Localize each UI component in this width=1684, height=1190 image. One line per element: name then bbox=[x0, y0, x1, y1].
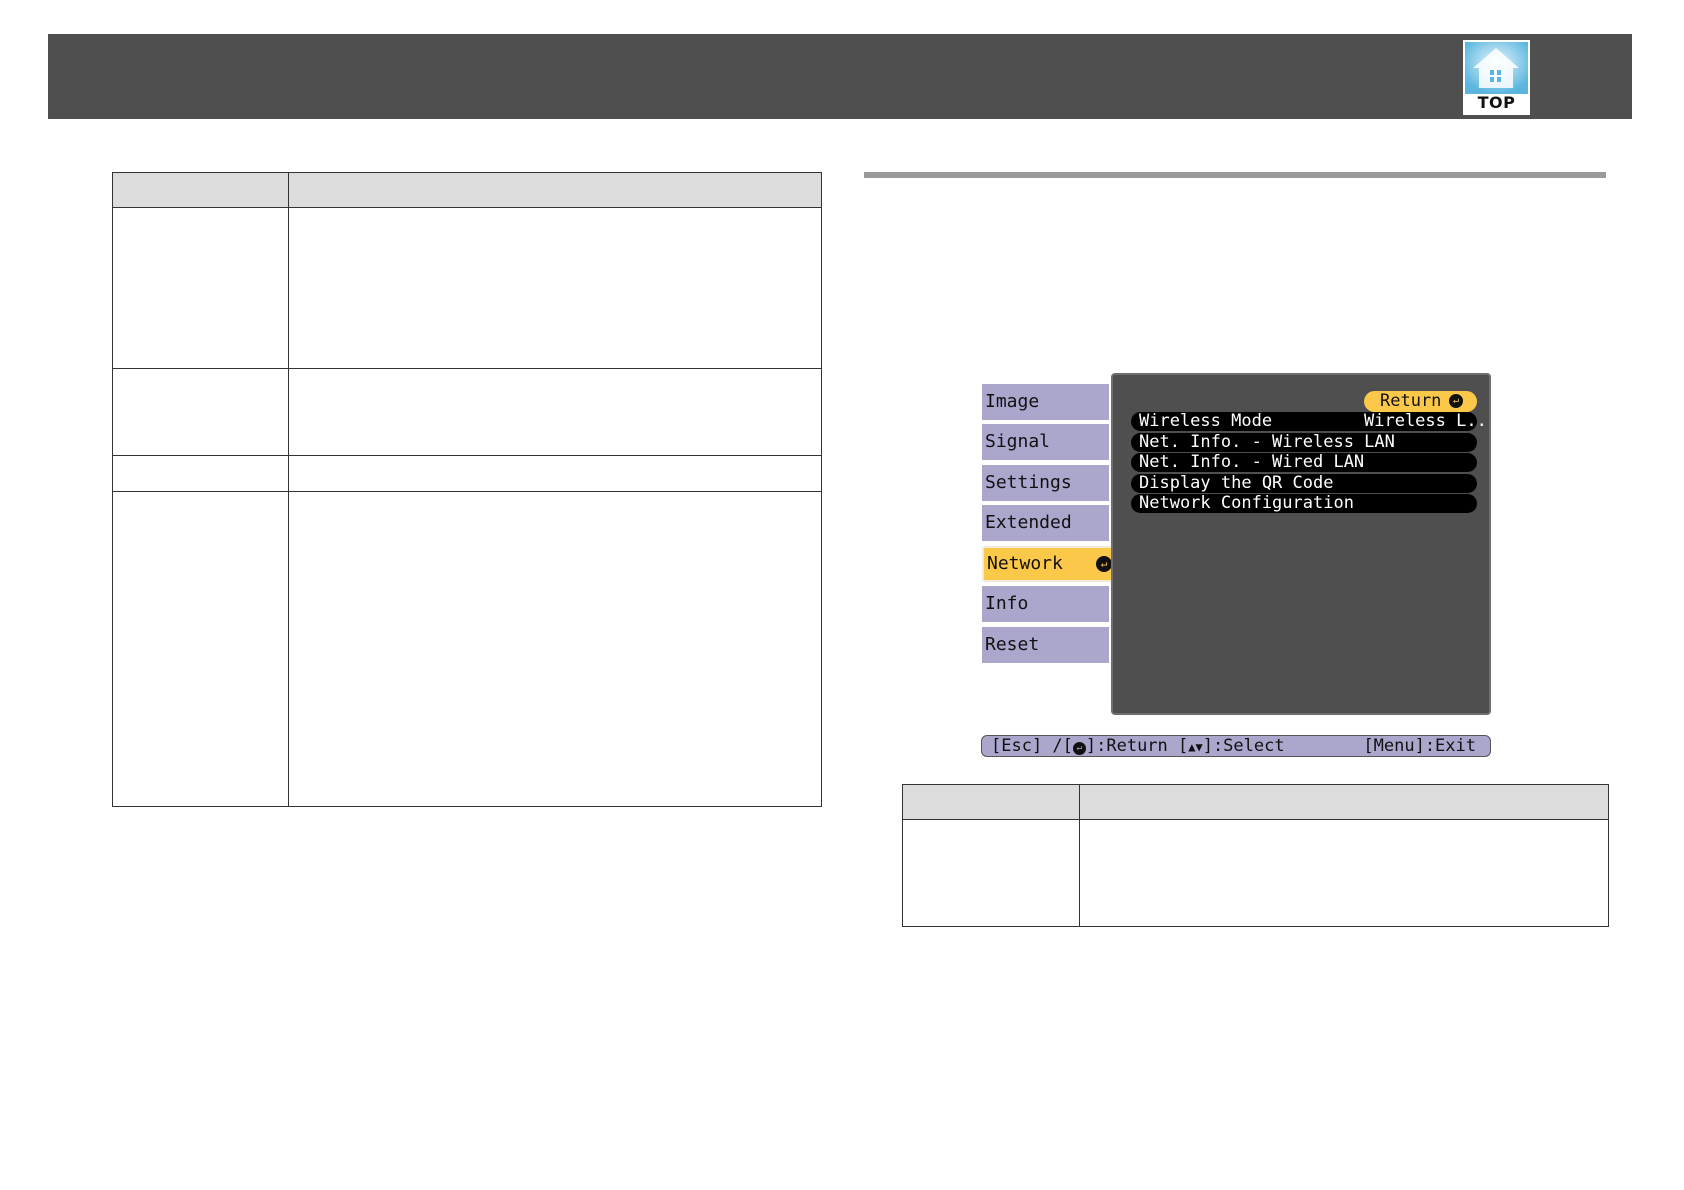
osd-tab-network[interactable]: Network ↵ bbox=[982, 546, 1120, 582]
menu-item-net-info-wireless[interactable]: Net. Info. - Wireless LAN bbox=[1131, 433, 1477, 452]
enter-icon: ↵ bbox=[1449, 394, 1463, 408]
osd-tab-label: Image bbox=[985, 391, 1040, 412]
table-cell bbox=[112, 491, 289, 807]
osd-tab-settings[interactable]: Settings bbox=[982, 465, 1121, 501]
table-cell bbox=[112, 455, 289, 492]
right-table bbox=[902, 784, 1609, 927]
table-cell bbox=[288, 455, 822, 492]
return-button-label: Return bbox=[1380, 391, 1442, 411]
osd-tab-label: Settings bbox=[985, 472, 1072, 493]
osd-tab-label: Extended bbox=[985, 512, 1072, 533]
menu-item-label: Wireless Mode bbox=[1139, 411, 1273, 431]
header-bar bbox=[48, 34, 1632, 119]
table-row bbox=[112, 455, 822, 492]
osd-tab-signal[interactable]: Signal bbox=[982, 424, 1121, 460]
table-header-cell bbox=[902, 784, 1080, 820]
table-cell bbox=[902, 819, 1080, 927]
up-down-arrow-icon: ▲▼ bbox=[1188, 740, 1203, 754]
table-cell bbox=[288, 491, 822, 807]
osd-tab-image[interactable]: Image bbox=[982, 384, 1121, 420]
table-cell bbox=[288, 368, 822, 456]
table-header-cell bbox=[288, 172, 822, 208]
table-header-cell bbox=[1079, 784, 1609, 820]
menu-item-label: Network Configuration bbox=[1139, 493, 1354, 513]
table-cell bbox=[288, 207, 822, 369]
menu-item-wireless-mode[interactable]: Wireless Mode Wireless L... bbox=[1131, 411, 1497, 431]
menu-item-net-info-wired[interactable]: Net. Info. - Wired LAN bbox=[1131, 453, 1477, 472]
table-row bbox=[902, 819, 1609, 927]
osd-tab-label: Network bbox=[987, 553, 1063, 574]
menu-item-network-config[interactable]: Network Configuration bbox=[1131, 494, 1477, 513]
table-row bbox=[112, 207, 822, 369]
top-button[interactable]: TOP bbox=[1463, 40, 1530, 115]
table-cell bbox=[112, 207, 289, 369]
osd-tab-reset[interactable]: Reset bbox=[982, 627, 1121, 663]
osd-tab-info[interactable]: Info bbox=[982, 586, 1121, 622]
enter-icon: ↵ bbox=[1096, 556, 1112, 572]
table-header-row bbox=[902, 784, 1609, 820]
osd-footer-bar: [Esc] /[↵]:Return [▲▼]:Select [Menu]:Exi… bbox=[981, 735, 1491, 757]
table-row bbox=[112, 491, 822, 807]
footer-help-right: [Menu]:Exit bbox=[1363, 736, 1476, 756]
table-header-row bbox=[112, 172, 822, 208]
table-cell bbox=[112, 368, 289, 456]
menu-item-display-qr[interactable]: Display the QR Code bbox=[1131, 474, 1477, 493]
osd-tab-extended[interactable]: Extended bbox=[982, 505, 1121, 541]
menu-item-label: Display the QR Code bbox=[1139, 473, 1334, 493]
home-icon bbox=[1465, 42, 1528, 94]
osd-tab-label: Info bbox=[985, 593, 1029, 614]
footer-help-left: [Esc] /[↵]:Return [▲▼]:Select bbox=[991, 736, 1285, 756]
table-cell bbox=[1079, 819, 1609, 927]
table-header-cell bbox=[112, 172, 289, 208]
enter-icon: ↵ bbox=[1072, 742, 1086, 755]
return-button[interactable]: Return ↵ bbox=[1364, 391, 1477, 412]
top-button-label: TOP bbox=[1477, 93, 1516, 112]
menu-item-label: Net. Info. - Wireless LAN bbox=[1139, 432, 1395, 452]
osd-tab-label: Signal bbox=[985, 431, 1051, 452]
table-row bbox=[112, 368, 822, 456]
section-divider bbox=[864, 172, 1606, 178]
menu-item-value: Wireless L... bbox=[1364, 411, 1498, 431]
left-table bbox=[112, 172, 822, 807]
osd-tab-label: Reset bbox=[985, 634, 1040, 655]
menu-item-label: Net. Info. - Wired LAN bbox=[1139, 452, 1365, 472]
